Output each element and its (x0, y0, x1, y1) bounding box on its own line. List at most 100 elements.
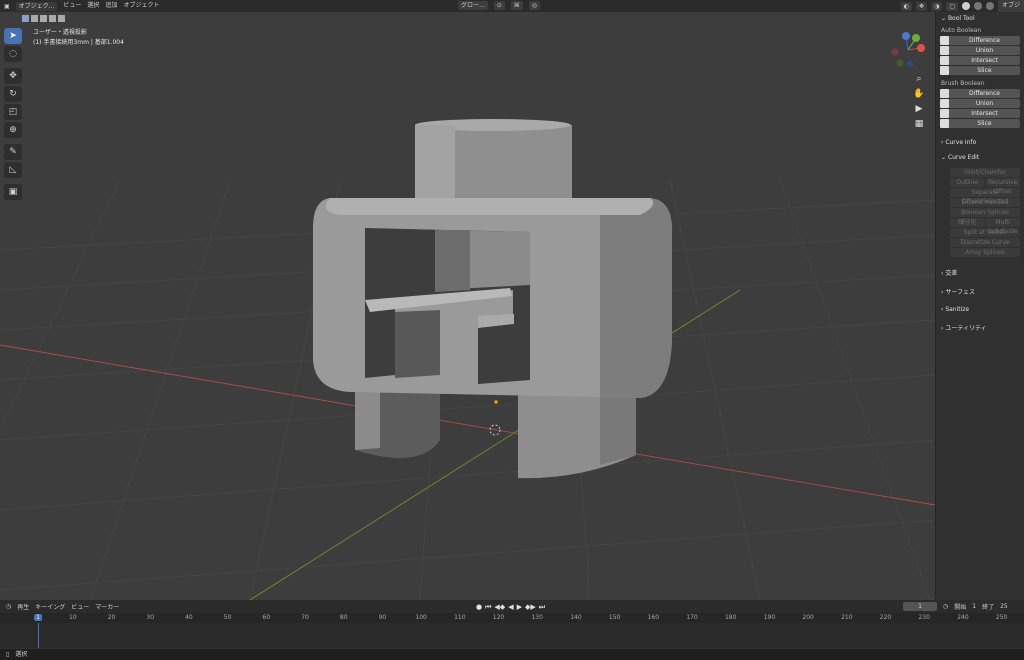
slice-icon (940, 66, 949, 75)
next-keyframe-icon[interactable]: ◆▶ (525, 603, 536, 612)
measure-tool-icon[interactable]: ◺ (4, 162, 22, 178)
menu-select[interactable]: 選択 (87, 0, 99, 12)
brush-union-button[interactable]: Union (940, 99, 1020, 108)
cursor-tool-icon[interactable]: ◌ (4, 46, 22, 62)
outline-button: Outline (950, 178, 985, 187)
difference-icon (940, 36, 949, 45)
zoom-icon[interactable]: ⌕ (912, 74, 926, 84)
outline-offset-row: Outline Recursive Offset (950, 178, 1020, 195)
recursive-offset-button: Recursive Offset (985, 178, 1020, 195)
slice-icon (940, 119, 949, 128)
auto-slice-button[interactable]: Slice (940, 66, 1020, 75)
top-header: ▣ オブジェク... ビュー 選択 追加 オブジェクト グロー... ⊙ ⌘ ◎… (0, 0, 1024, 12)
gizmo-icon[interactable]: ✥ (916, 1, 928, 11)
move-tool-icon[interactable]: ✥ (4, 68, 22, 84)
ruler-tick: 40 (185, 614, 193, 621)
menu-add[interactable]: 追加 (105, 0, 117, 12)
current-frame-field[interactable]: 1 (903, 602, 937, 611)
pan-hand-icon[interactable]: ✋ (912, 89, 926, 99)
proportional-icon[interactable]: ◎ (528, 1, 541, 10)
menu-view[interactable]: ビュー (63, 0, 81, 12)
menu-playback[interactable]: 再生 (17, 602, 29, 611)
panel-sanitize[interactable]: › Sanitize (936, 301, 1024, 318)
panel-intersection[interactable]: › 交差 (936, 263, 1024, 282)
brush-difference-button[interactable]: Difference (940, 89, 1020, 98)
ruler-tick: 140 (570, 614, 582, 621)
prev-keyframe-icon[interactable]: ◀◆ (494, 603, 505, 612)
ruler-tick: 190 (763, 614, 776, 621)
mode-select[interactable]: オブジェク... (15, 1, 58, 11)
add-cube-tool-icon[interactable]: ▣ (4, 184, 22, 200)
ruler-tick: 130 (531, 614, 543, 621)
union-icon (940, 46, 949, 55)
multi-subdivide-button: Multi Subdivide (985, 218, 1020, 235)
status-select: 選択 (15, 651, 28, 658)
panel-utility[interactable]: › ユーティリティ (936, 318, 1024, 337)
scale-tool-icon[interactable]: ◰ (4, 104, 22, 120)
brush-intersect-button[interactable]: Intersect (940, 109, 1020, 118)
ruler-tick: 180 (724, 614, 737, 621)
grid-view-icon[interactable]: ▦ (912, 119, 926, 129)
array-splines-button: Array Splines (950, 248, 1020, 257)
ruler-tick: 50 (223, 614, 232, 621)
auto-intersect-button[interactable]: Intersect (940, 56, 1020, 65)
select-tool-icon[interactable]: ➤ (4, 28, 22, 44)
transform-tool-icon[interactable]: ⊕ (4, 122, 22, 138)
status-bar: ▯ 選択 (0, 648, 1024, 660)
play-icon[interactable]: ▶ (517, 603, 522, 612)
intersect-icon (940, 56, 949, 65)
end-field[interactable]: 25 (1000, 603, 1008, 610)
ruler-tick: 210 (841, 614, 853, 621)
snap-icon[interactable]: ⌘ (510, 1, 523, 10)
play-reverse-icon[interactable]: ◀ (508, 603, 513, 612)
ruler-tick: 250 (995, 614, 1008, 621)
menu-timeline-view[interactable]: ビュー (71, 602, 89, 611)
visibility-icon[interactable]: ◐ (900, 1, 913, 11)
menu-object[interactable]: オブジェクト (123, 0, 159, 12)
auto-difference-button[interactable]: Difference (940, 36, 1020, 45)
tool-shelf: ➤ ◌ ✥ ↻ ◰ ⊕ ✎ ◺ ▣ (4, 28, 24, 200)
ruler-tick: 220 (879, 614, 892, 621)
tab-object[interactable]: オブジ (997, 0, 1024, 12)
shading-material-icon[interactable] (973, 2, 982, 10)
xray-icon[interactable]: ▢ (946, 1, 958, 11)
editor-type-icon[interactable]: ▣ (4, 3, 10, 10)
timeline-track[interactable] (0, 623, 1024, 648)
jump-end-icon[interactable]: ⏭ (539, 603, 545, 612)
pivot-icon[interactable]: ⊙ (493, 1, 505, 10)
ruler-tick: 120 (492, 614, 505, 621)
intersect-icon (940, 109, 949, 118)
select-mode-icons[interactable] (22, 15, 65, 22)
rotate-tool-icon[interactable]: ↻ (4, 86, 22, 102)
shading-rendered-icon[interactable] (985, 2, 994, 10)
camera-icon[interactable]: ▶ (912, 104, 926, 114)
start-field[interactable]: 1 (972, 603, 976, 610)
panel-bool-tool[interactable]: ⌄ Bool Tool (936, 12, 1024, 25)
jump-start-icon[interactable]: ⏮ (485, 603, 491, 612)
ruler-tick: 20 (107, 614, 116, 621)
shading-solid-icon[interactable] (961, 2, 970, 10)
auto-union-button[interactable]: Union (940, 46, 1020, 55)
panel-curve-edit[interactable]: ⌄ Curve Edit (936, 151, 1024, 164)
navigation-gizmo[interactable] (891, 32, 926, 68)
playback-controls: ● ⏮ ◀◆ ◀ ▶ ◆▶ ⏭ (476, 603, 545, 612)
annotate-tool-icon[interactable]: ✎ (4, 144, 22, 160)
3d-viewport[interactable]: ユーザー・透視投影 (1) 手書接続用3mm | 基部1.004 ➤ ◌ ✥ ↻… (0, 12, 935, 600)
sidebar-panel: ⌄ Bool Tool Auto Boolean Difference Unio… (935, 12, 1024, 600)
ruler-tick: 110 (454, 614, 466, 621)
record-icon[interactable]: ● (476, 603, 482, 612)
brush-slice-button[interactable]: Slice (940, 119, 1020, 128)
overlay-icon[interactable]: ◑ (931, 1, 943, 11)
subdivide-button: 細分化 (950, 218, 985, 227)
timeline-editor-icon[interactable]: ◷ (6, 603, 11, 610)
nav-buttons: ⌕ ✋ ▶ ▦ (912, 74, 926, 129)
model-mesh[interactable] (313, 119, 672, 479)
transform-orientation-select[interactable]: グロー... (458, 1, 488, 10)
fillet-chamfer-button: Fillet/Chamfer (950, 168, 1020, 177)
panel-curve-info[interactable]: › Curve Info (936, 134, 1024, 151)
timeline-ruler[interactable]: 1 10 20 30 40 50 60 70 80 90 100 110 120 130 140 150 160… (0, 613, 1024, 623)
menu-keying[interactable]: キーイング (35, 602, 65, 611)
menu-marker[interactable]: マーカー (95, 602, 119, 611)
playhead[interactable] (38, 623, 39, 648)
panel-surface[interactable]: › サーフェス (936, 282, 1024, 301)
